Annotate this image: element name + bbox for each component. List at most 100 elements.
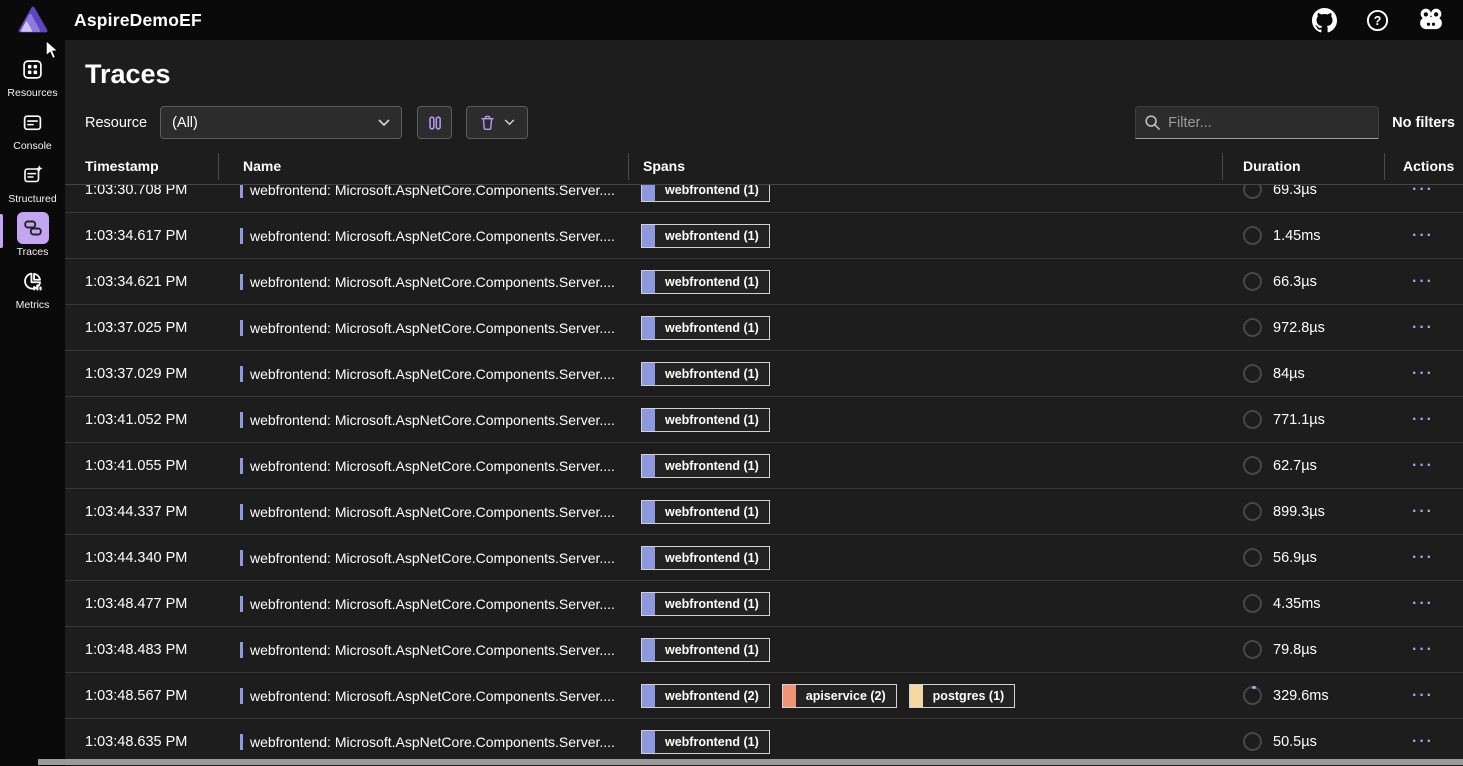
sidebar-label: Resources (7, 87, 57, 99)
column-header-duration[interactable]: Duration (1222, 148, 1384, 184)
trace-row[interactable]: 1:03:37.029 PM webfrontend: Microsoft.As… (65, 351, 1463, 397)
span-badge[interactable]: webfrontend (2) (641, 684, 770, 708)
more-actions-icon[interactable]: ··· (1412, 737, 1434, 747)
span-badge[interactable]: webfrontend (1) (641, 592, 770, 616)
trace-name[interactable]: webfrontend: Microsoft.AspNetCore.Compon… (218, 596, 628, 612)
trace-row[interactable]: 1:03:30.708 PM webfrontend: Microsoft.As… (65, 185, 1463, 213)
span-badge[interactable]: webfrontend (1) (641, 316, 770, 340)
trace-name-text: webfrontend: Microsoft.AspNetCore.Compon… (250, 412, 615, 428)
bot-icon[interactable] (1417, 7, 1443, 33)
sidebar-label: Console (13, 140, 52, 152)
trace-duration: 62.7µs (1222, 456, 1384, 475)
column-header-spans[interactable]: Spans (628, 148, 1222, 184)
span-badge[interactable]: postgres (1) (909, 684, 1016, 708)
trace-row[interactable]: 1:03:41.055 PM webfrontend: Microsoft.As… (65, 443, 1463, 489)
pause-button[interactable] (417, 106, 452, 139)
filter-input[interactable] (1168, 115, 1370, 131)
trace-row[interactable]: 1:03:48.477 PM webfrontend: Microsoft.As… (65, 581, 1463, 627)
trace-duration-value: 329.6ms (1273, 688, 1329, 704)
column-header-actions: Actions (1384, 148, 1463, 184)
aspire-logo-icon (18, 6, 48, 34)
trace-name[interactable]: webfrontend: Microsoft.AspNetCore.Compon… (218, 550, 628, 566)
trace-row[interactable]: 1:03:37.025 PM webfrontend: Microsoft.As… (65, 305, 1463, 351)
resource-select[interactable]: (All) (160, 106, 402, 139)
trace-spans: webfrontend (1) (628, 546, 1222, 570)
span-color-block (642, 639, 655, 661)
column-header-name[interactable]: Name (218, 148, 628, 184)
sidebar-item-traces[interactable]: Traces (0, 212, 65, 258)
sidebar-item-metrics[interactable]: Metrics (0, 265, 65, 311)
trace-name[interactable]: webfrontend: Microsoft.AspNetCore.Compon… (218, 366, 628, 382)
sidebar-item-structured[interactable]: Structured (0, 159, 65, 205)
trace-row[interactable]: 1:03:48.567 PM webfrontend: Microsoft.As… (65, 673, 1463, 719)
more-actions-icon[interactable]: ··· (1412, 461, 1434, 471)
trace-duration-value: 69.3µs (1273, 185, 1317, 198)
more-actions-icon[interactable]: ··· (1412, 323, 1434, 333)
more-actions-icon[interactable]: ··· (1412, 599, 1434, 609)
trace-name[interactable]: webfrontend: Microsoft.AspNetCore.Compon… (218, 228, 628, 244)
trace-name[interactable]: webfrontend: Microsoft.AspNetCore.Compon… (218, 688, 628, 704)
trace-duration: 1.45ms (1222, 226, 1384, 245)
span-badge[interactable]: webfrontend (1) (641, 454, 770, 478)
trace-duration: 66.3µs (1222, 272, 1384, 291)
trace-name[interactable]: webfrontend: Microsoft.AspNetCore.Compon… (218, 642, 628, 658)
duration-ring-icon (1243, 594, 1262, 613)
trace-row[interactable]: 1:03:34.617 PM webfrontend: Microsoft.As… (65, 213, 1463, 259)
help-icon[interactable]: ? (1364, 7, 1390, 33)
trace-name[interactable]: webfrontend: Microsoft.AspNetCore.Compon… (218, 320, 628, 336)
span-badge[interactable]: apiservice (2) (782, 684, 897, 708)
trace-name[interactable]: webfrontend: Microsoft.AspNetCore.Compon… (218, 504, 628, 520)
more-actions-icon[interactable]: ··· (1412, 277, 1434, 287)
trace-color-bar (240, 688, 243, 704)
trace-row[interactable]: 1:03:34.621 PM webfrontend: Microsoft.As… (65, 259, 1463, 305)
trace-row[interactable]: 1:03:44.337 PM webfrontend: Microsoft.As… (65, 489, 1463, 535)
trace-actions: ··· (1384, 507, 1463, 517)
trace-timestamp: 1:03:48.635 PM (65, 734, 218, 750)
trace-row[interactable]: 1:03:41.052 PM webfrontend: Microsoft.As… (65, 397, 1463, 443)
filter-searchbox[interactable] (1135, 106, 1379, 139)
trace-timestamp: 1:03:37.029 PM (65, 366, 218, 382)
trace-name[interactable]: webfrontend: Microsoft.AspNetCore.Compon… (218, 412, 628, 428)
trace-name[interactable]: webfrontend: Microsoft.AspNetCore.Compon… (218, 185, 628, 198)
trace-name[interactable]: webfrontend: Microsoft.AspNetCore.Compon… (218, 274, 628, 290)
more-actions-icon[interactable]: ··· (1412, 369, 1434, 379)
trace-timestamp: 1:03:41.055 PM (65, 458, 218, 474)
trace-spans: webfrontend (1) (628, 362, 1222, 386)
more-actions-icon[interactable]: ··· (1412, 553, 1434, 563)
more-actions-icon[interactable]: ··· (1412, 691, 1434, 701)
more-actions-icon[interactable]: ··· (1412, 507, 1434, 517)
trace-duration-value: 84µs (1273, 366, 1305, 382)
trace-row[interactable]: 1:03:44.340 PM webfrontend: Microsoft.As… (65, 535, 1463, 581)
trace-name[interactable]: webfrontend: Microsoft.AspNetCore.Compon… (218, 458, 628, 474)
trace-name[interactable]: webfrontend: Microsoft.AspNetCore.Compon… (218, 734, 628, 750)
sidebar-item-resources[interactable]: Resources (0, 53, 65, 99)
resources-grid-icon (17, 53, 49, 85)
clear-traces-button[interactable] (466, 106, 528, 139)
more-actions-icon[interactable]: ··· (1412, 645, 1434, 655)
span-badge[interactable]: webfrontend (1) (641, 270, 770, 294)
more-actions-icon[interactable]: ··· (1412, 185, 1434, 195)
more-actions-icon[interactable]: ··· (1412, 415, 1434, 425)
trace-row[interactable]: 1:03:48.483 PM webfrontend: Microsoft.As… (65, 627, 1463, 673)
trace-actions: ··· (1384, 277, 1463, 287)
trace-timestamp: 1:03:48.477 PM (65, 596, 218, 612)
duration-ring-icon (1243, 318, 1262, 337)
github-icon[interactable] (1311, 7, 1337, 33)
scrollbar-thumb[interactable] (38, 759, 1463, 765)
span-badge[interactable]: webfrontend (1) (641, 638, 770, 662)
span-badge[interactable]: webfrontend (1) (641, 224, 770, 248)
span-badge[interactable]: webfrontend (1) (641, 546, 770, 570)
horizontal-scrollbar[interactable] (0, 758, 1463, 766)
metrics-icon (17, 265, 49, 297)
sidebar-item-console[interactable]: Console (0, 106, 65, 152)
column-header-timestamp[interactable]: Timestamp (65, 148, 218, 184)
span-badge[interactable]: webfrontend (1) (641, 730, 770, 754)
span-badge[interactable]: webfrontend (1) (641, 362, 770, 386)
span-badge[interactable]: webfrontend (1) (641, 500, 770, 524)
duration-ring-icon (1243, 456, 1262, 475)
span-badge[interactable]: webfrontend (1) (641, 185, 770, 202)
span-badge[interactable]: webfrontend (1) (641, 408, 770, 432)
trace-spans: webfrontend (1) (628, 730, 1222, 754)
more-actions-icon[interactable]: ··· (1412, 231, 1434, 241)
traces-icon (17, 212, 49, 244)
